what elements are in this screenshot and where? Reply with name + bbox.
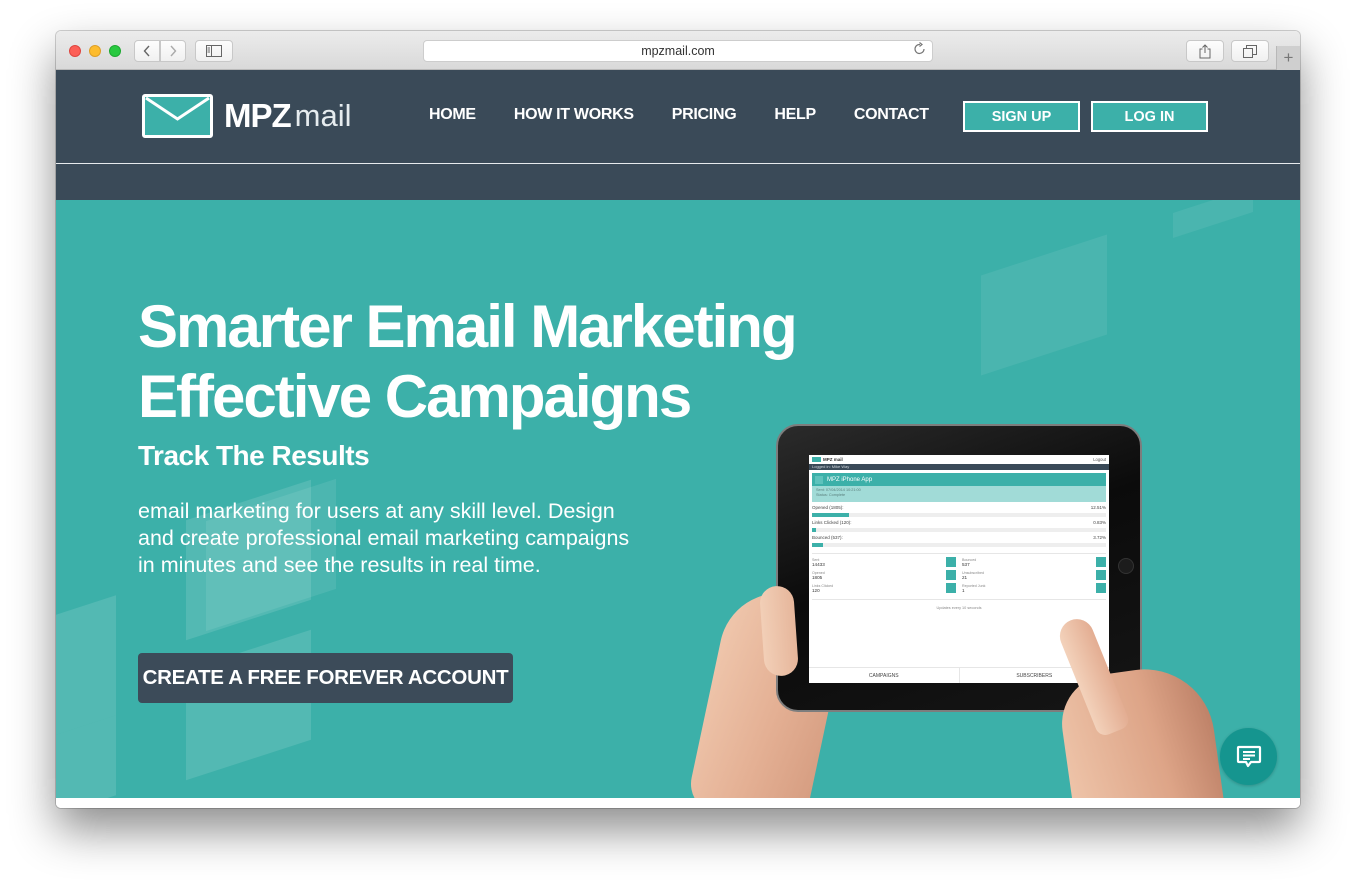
show-tabs-button[interactable] <box>1231 40 1269 62</box>
app-stat-bounced: Bounced (537): 3.72% <box>809 532 1109 547</box>
nav-pricing[interactable]: PRICING <box>672 106 737 124</box>
app-metrics-grid: Sent 14433 Bounced 537 Opened 1805 Unsubscr… <box>809 554 1109 593</box>
back-icon <box>143 45 150 57</box>
app-campaign-title: MPZ iPhone App <box>812 473 1106 486</box>
nav-how-it-works[interactable]: HOW IT WORKS <box>514 106 634 124</box>
app-update-note: Updates every 10 seconds <box>936 606 982 610</box>
hero-title: Smarter Email Marketing Effective Campai… <box>138 292 798 432</box>
app-metric: Unsubscribed 21 <box>962 570 1106 580</box>
nav-contact[interactable]: CONTACT <box>854 106 929 124</box>
create-account-button[interactable]: CREATE A FREE FOREVER ACCOUNT <box>138 653 513 703</box>
share-button[interactable] <box>1186 40 1224 62</box>
nav-home[interactable]: HOME <box>429 106 476 124</box>
app-metric: Sent 14433 <box>812 557 956 567</box>
app-tab-campaigns: CAMPAIGNS <box>868 673 899 679</box>
close-window-button[interactable] <box>69 45 81 57</box>
sidebar-toggle-button[interactable] <box>195 40 233 62</box>
forward-button[interactable] <box>160 40 186 62</box>
log-in-button[interactable]: LOG IN <box>1091 101 1208 132</box>
hero-subtitle: Track The Results <box>138 440 370 471</box>
hero-title-line-1: Smarter Email Marketing <box>138 293 798 360</box>
app-logout: Logout <box>1093 457 1106 462</box>
hero-section: Smarter Email Marketing Effective Campai… <box>56 200 1300 798</box>
left-thumb-image <box>758 584 800 678</box>
sign-up-button[interactable]: SIGN UP <box>963 101 1080 132</box>
plus-icon: + <box>1283 48 1294 67</box>
app-logged-in: Logged in: Mike Way <box>809 464 1109 470</box>
app-metric: Links Clicked 120 <box>812 583 956 593</box>
decorative-shape <box>981 234 1107 376</box>
app-tabs: CAMPAIGNS SUBSCRIBERS <box>809 667 1109 683</box>
logo-text-mpz: MPZ <box>224 97 292 134</box>
page-bottom-strip <box>56 798 1300 808</box>
chat-button[interactable] <box>1220 728 1277 785</box>
reload-button[interactable] <box>914 42 926 58</box>
minimize-window-button[interactable] <box>89 45 101 57</box>
logo-text-mail: mail <box>294 98 352 133</box>
decorative-shape <box>1173 200 1253 238</box>
new-tab-button[interactable]: + <box>1276 46 1300 70</box>
app-metric: Opened 1805 <box>812 570 956 580</box>
main-nav: HOME HOW IT WORKS PRICING HELP CONTACT <box>429 106 967 124</box>
app-status: Status: Complete <box>816 493 846 497</box>
header-divider <box>56 163 1300 164</box>
app-topbar: MPZ mail Logout <box>809 455 1109 464</box>
envelope-icon <box>142 94 213 138</box>
address-bar[interactable]: mpzmail.com <box>423 40 933 62</box>
reload-icon <box>914 42 925 55</box>
site-header: MPZ mail HOME HOW IT WORKS PRICING HELP … <box>56 70 1300 200</box>
app-metric: Reported Junk 1 <box>962 583 1106 593</box>
hero-description: email marketing for users at any skill l… <box>138 499 630 577</box>
stat-progress-bar <box>812 543 823 547</box>
url-text: mpzmail.com <box>641 44 715 58</box>
share-icon <box>1199 43 1211 58</box>
tablet-home-button <box>1118 558 1134 574</box>
browser-toolbar: mpzmail.com + <box>56 31 1300 70</box>
back-button[interactable] <box>134 40 160 62</box>
forward-icon <box>170 45 177 57</box>
app-stat-links-clicked: Links Clicked (120): 0.83% <box>809 517 1109 532</box>
app-logo: MPZ mail <box>812 457 843 462</box>
hero-title-line-2: Effective Campaigns <box>138 363 692 430</box>
app-stat-opened: Opened (1805): 12.51% <box>809 502 1109 517</box>
sidebar-icon <box>206 45 222 57</box>
decorative-shape <box>56 595 116 735</box>
browser-window: mpzmail.com + MPZ mail HOME HOW IT WORKS… <box>56 31 1300 808</box>
app-campaign-meta: Sent: 07/04/2014 10:21:00 Status: Comple… <box>812 486 1106 502</box>
site-logo[interactable]: MPZ mail <box>142 94 352 138</box>
web-page: MPZ mail HOME HOW IT WORKS PRICING HELP … <box>56 70 1300 808</box>
chat-icon <box>1236 745 1261 767</box>
maximize-window-button[interactable] <box>109 45 121 57</box>
tabs-icon <box>1243 44 1257 58</box>
app-metric: Bounced 537 <box>962 557 1106 567</box>
nav-help[interactable]: HELP <box>774 106 816 124</box>
